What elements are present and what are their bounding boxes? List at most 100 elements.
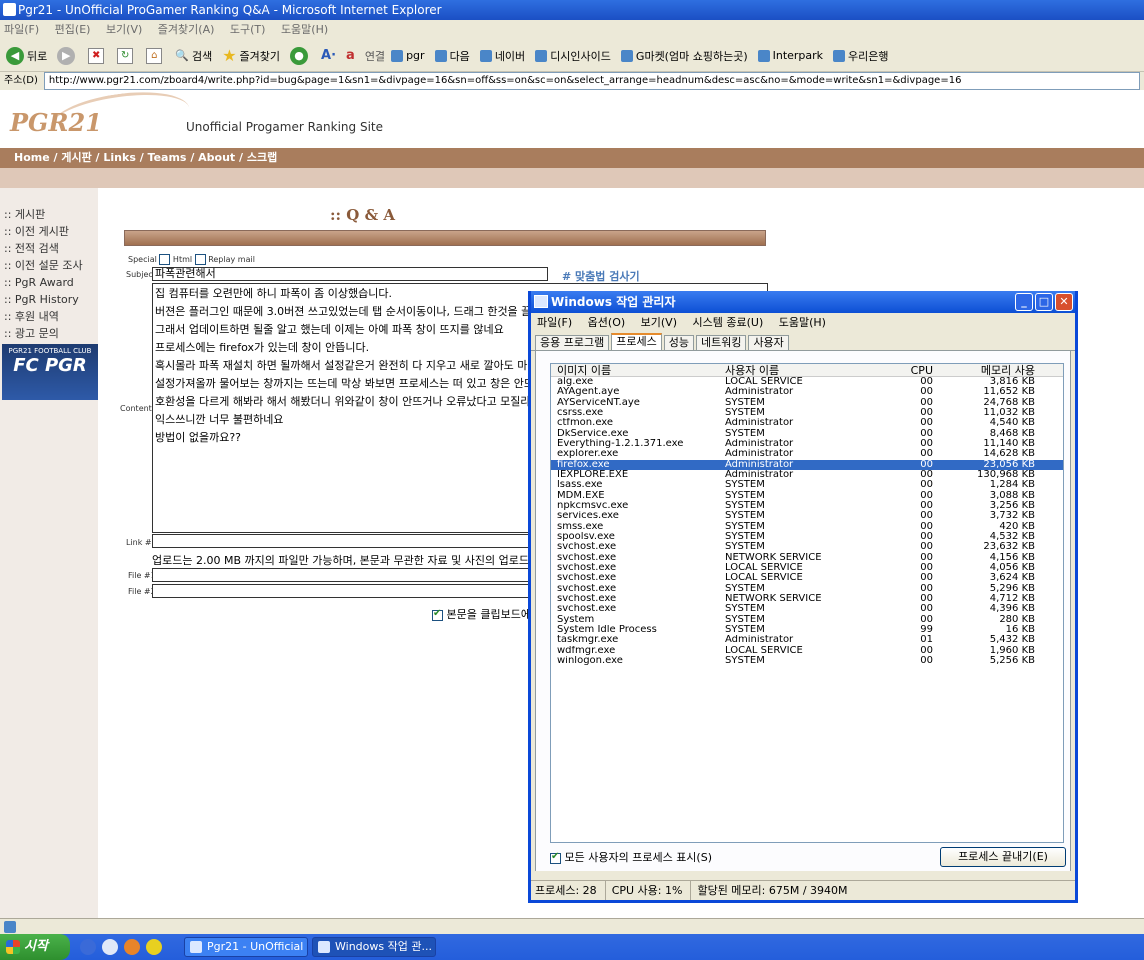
home-button[interactable]: ⌂ bbox=[146, 47, 165, 64]
file2-input[interactable] bbox=[152, 584, 532, 598]
font-button[interactable]: A· bbox=[321, 48, 336, 63]
ie-menu-view[interactable]: 보기(V) bbox=[106, 23, 142, 36]
show-all-users-checkbox[interactable] bbox=[550, 851, 561, 864]
table-row[interactable]: winlogon.exe SYSTEM 00 5,256 KB bbox=[551, 655, 1063, 666]
link-daum[interactable]: 다음 bbox=[434, 48, 470, 64]
side-item-old-board[interactable]: :: 이전 게시판 bbox=[4, 223, 83, 240]
side-item-award[interactable]: :: PgR Award bbox=[4, 274, 83, 291]
tab-processes[interactable]: 프로세스 bbox=[611, 333, 662, 350]
link-label: 디시인사이드 bbox=[550, 49, 611, 63]
tm-menu-help[interactable]: 도움말(H) bbox=[779, 316, 826, 329]
process-name: npkcmsvc.exe bbox=[557, 500, 629, 511]
firefox-quick-icon[interactable] bbox=[124, 939, 140, 955]
table-row[interactable]: lsass.exe SYSTEM 00 1,284 KB bbox=[551, 479, 1063, 490]
side-item-old-poll[interactable]: :: 이전 설문 조사 bbox=[4, 257, 83, 274]
link-dcinside[interactable]: 디시인사이드 bbox=[535, 48, 611, 64]
ie-menu-help[interactable]: 도움말(H) bbox=[281, 23, 328, 36]
replay-mail-checkbox[interactable] bbox=[194, 254, 206, 265]
clipboard-checkbox[interactable] bbox=[432, 608, 443, 621]
table-row[interactable]: wdfmgr.exe LOCAL SERVICE 00 1,960 KB bbox=[551, 645, 1063, 656]
stop-button[interactable]: ✖ bbox=[88, 47, 107, 64]
media-button[interactable]: ● bbox=[290, 46, 311, 65]
tm-menu-bar: 파일(F) 옵션(O) 보기(V) 시스템 종료(U) 도움말(H) bbox=[531, 313, 1075, 333]
table-row[interactable]: svchost.exe SYSTEM 00 5,296 KB bbox=[551, 583, 1063, 594]
process-name: svchost.exe bbox=[557, 542, 617, 553]
winamp-quick-icon[interactable] bbox=[146, 939, 162, 955]
fc-pgr-banner[interactable]: PGR21 FOOTBALL CLUB FC PGR bbox=[2, 344, 98, 400]
link-gmarket[interactable]: G마켓(엄마 쇼핑하는곳) bbox=[620, 48, 748, 64]
tm-menu-file[interactable]: 파일(F) bbox=[537, 316, 572, 329]
process-list[interactable]: 이미지 이름 사용자 이름 CPU 메모리 사용 alg.exe LOCAL SE… bbox=[550, 363, 1064, 843]
table-row[interactable]: svchost.exe NETWORK SERVICE 00 4,712 KB bbox=[551, 593, 1063, 604]
task-manager-window: Windows 작업 관리자 _ □ ✕ 파일(F) 옵션(O) 보기(V) 시… bbox=[528, 291, 1078, 903]
table-row[interactable]: svchost.exe SYSTEM 00 4,396 KB bbox=[551, 603, 1063, 614]
file1-input[interactable] bbox=[152, 568, 532, 582]
table-row[interactable]: ctfmon.exe Administrator 00 4,540 KB bbox=[551, 417, 1063, 428]
tm-title-bar[interactable]: Windows 작업 관리자 _ □ ✕ bbox=[531, 291, 1075, 313]
side-item-sponsor[interactable]: :: 후원 내역 bbox=[4, 308, 83, 325]
process-user: Administrator bbox=[725, 469, 794, 480]
address-input[interactable]: http://www.pgr21.com/zboard4/write.php?i… bbox=[43, 72, 1140, 90]
task-task-manager[interactable]: Windows 작업 관... bbox=[312, 937, 436, 957]
tm-menu-shutdown[interactable]: 시스템 종료(U) bbox=[693, 316, 764, 329]
side-item-record-search[interactable]: :: 전적 검색 bbox=[4, 240, 83, 257]
encoding-button[interactable]: a bbox=[346, 48, 355, 63]
table-row[interactable]: svchost.exe LOCAL SERVICE 00 3,624 KB bbox=[551, 572, 1063, 583]
search-button[interactable]: 🔍 검색 bbox=[175, 48, 212, 64]
tab-networking[interactable]: 네트워킹 bbox=[695, 335, 747, 350]
col-memory[interactable]: 메모리 사용 bbox=[935, 364, 1035, 377]
tm-menu-options[interactable]: 옵션(O) bbox=[588, 316, 625, 329]
table-row[interactable]: svchost.exe SYSTEM 00 23,632 KB bbox=[551, 541, 1063, 553]
favorites-button[interactable]: ★ 즐겨찾기 bbox=[222, 46, 280, 65]
side-item-ad[interactable]: :: 광고 문의 bbox=[4, 325, 83, 342]
site-nav[interactable]: Home / 게시판 / Links / Teams / About / 스크랩 bbox=[0, 148, 1144, 168]
subject-input[interactable]: 파폭관련해서 bbox=[152, 267, 548, 281]
html-checkbox[interactable] bbox=[159, 254, 171, 265]
table-row[interactable]: svchost.exe LOCAL SERVICE 00 4,056 KB bbox=[551, 562, 1063, 573]
link-naver[interactable]: 네이버 bbox=[479, 48, 525, 64]
tab-performance[interactable]: 성능 bbox=[663, 335, 694, 350]
back-button[interactable]: ◀ 뒤로 bbox=[6, 46, 47, 65]
ie-menu-edit[interactable]: 편집(E) bbox=[55, 23, 91, 36]
ie-quick-icon[interactable] bbox=[80, 939, 96, 955]
link-page-icon bbox=[479, 49, 492, 62]
table-row[interactable]: System SYSTEM 00 280 KB bbox=[551, 614, 1063, 625]
process-user: SYSTEM bbox=[725, 624, 765, 635]
task-ie[interactable]: Pgr21 - UnOfficial ... bbox=[184, 937, 308, 957]
link-woori[interactable]: 우리은행 bbox=[833, 48, 889, 64]
desktop-quick-icon[interactable] bbox=[102, 939, 118, 955]
minimize-icon[interactable]: _ bbox=[1015, 293, 1033, 311]
table-row[interactable]: services.exe SYSTEM 00 3,732 KB bbox=[551, 510, 1063, 521]
table-row[interactable]: System Idle Process SYSTEM 99 16 KB bbox=[551, 624, 1063, 635]
tab-applications[interactable]: 응용 프로그램 bbox=[535, 335, 610, 350]
side-item-history[interactable]: :: PgR History bbox=[4, 291, 83, 308]
side-item-board[interactable]: :: 게시판 bbox=[4, 206, 83, 223]
maximize-icon[interactable]: □ bbox=[1035, 293, 1053, 311]
col-cpu[interactable]: CPU bbox=[875, 364, 935, 377]
table-row[interactable]: smss.exe SYSTEM 00 420 KB bbox=[551, 521, 1063, 532]
table-row[interactable]: csrss.exe SYSTEM 00 11,032 KB bbox=[551, 407, 1063, 418]
refresh-button[interactable]: ↻ bbox=[117, 47, 136, 64]
site-logo[interactable]: PGR21 bbox=[10, 108, 102, 137]
table-row[interactable]: svchost.exe NETWORK SERVICE 00 4,156 KB bbox=[551, 552, 1063, 563]
end-process-button[interactable]: 프로세스 끝내기(E) bbox=[940, 847, 1066, 867]
table-row[interactable]: MDM.EXE SYSTEM 00 3,088 KB bbox=[551, 490, 1063, 501]
forward-button[interactable]: ▶ bbox=[57, 46, 78, 65]
table-row[interactable]: IEXPLORE.EXE Administrator 00 130,968 KB bbox=[551, 469, 1063, 480]
close-icon[interactable]: ✕ bbox=[1055, 293, 1073, 311]
link-input[interactable] bbox=[152, 534, 532, 548]
table-row[interactable]: taskmgr.exe Administrator 01 5,432 KB bbox=[551, 634, 1063, 645]
col-image-name[interactable]: 이미지 이름 bbox=[551, 364, 725, 376]
start-button[interactable]: 시작 bbox=[0, 934, 70, 960]
ie-menu-favorites[interactable]: 즐겨찾기(A) bbox=[158, 23, 215, 36]
ie-menu-tools[interactable]: 도구(T) bbox=[230, 23, 266, 36]
ie-title-bar[interactable]: Pgr21 - UnOfficial ProGamer Ranking Q&A … bbox=[0, 0, 1144, 20]
col-user-name[interactable]: 사용자 이름 bbox=[725, 364, 875, 376]
link-pgr[interactable]: pgr bbox=[391, 49, 425, 62]
table-row[interactable]: npkcmsvc.exe SYSTEM 00 3,256 KB bbox=[551, 500, 1063, 511]
spell-check-link[interactable]: # 맞춤법 검사기 bbox=[562, 268, 640, 284]
tm-menu-view[interactable]: 보기(V) bbox=[641, 316, 677, 329]
ie-menu-file[interactable]: 파일(F) bbox=[4, 23, 39, 36]
link-interpark[interactable]: Interpark bbox=[757, 49, 823, 62]
tab-users[interactable]: 사용자 bbox=[748, 335, 789, 350]
